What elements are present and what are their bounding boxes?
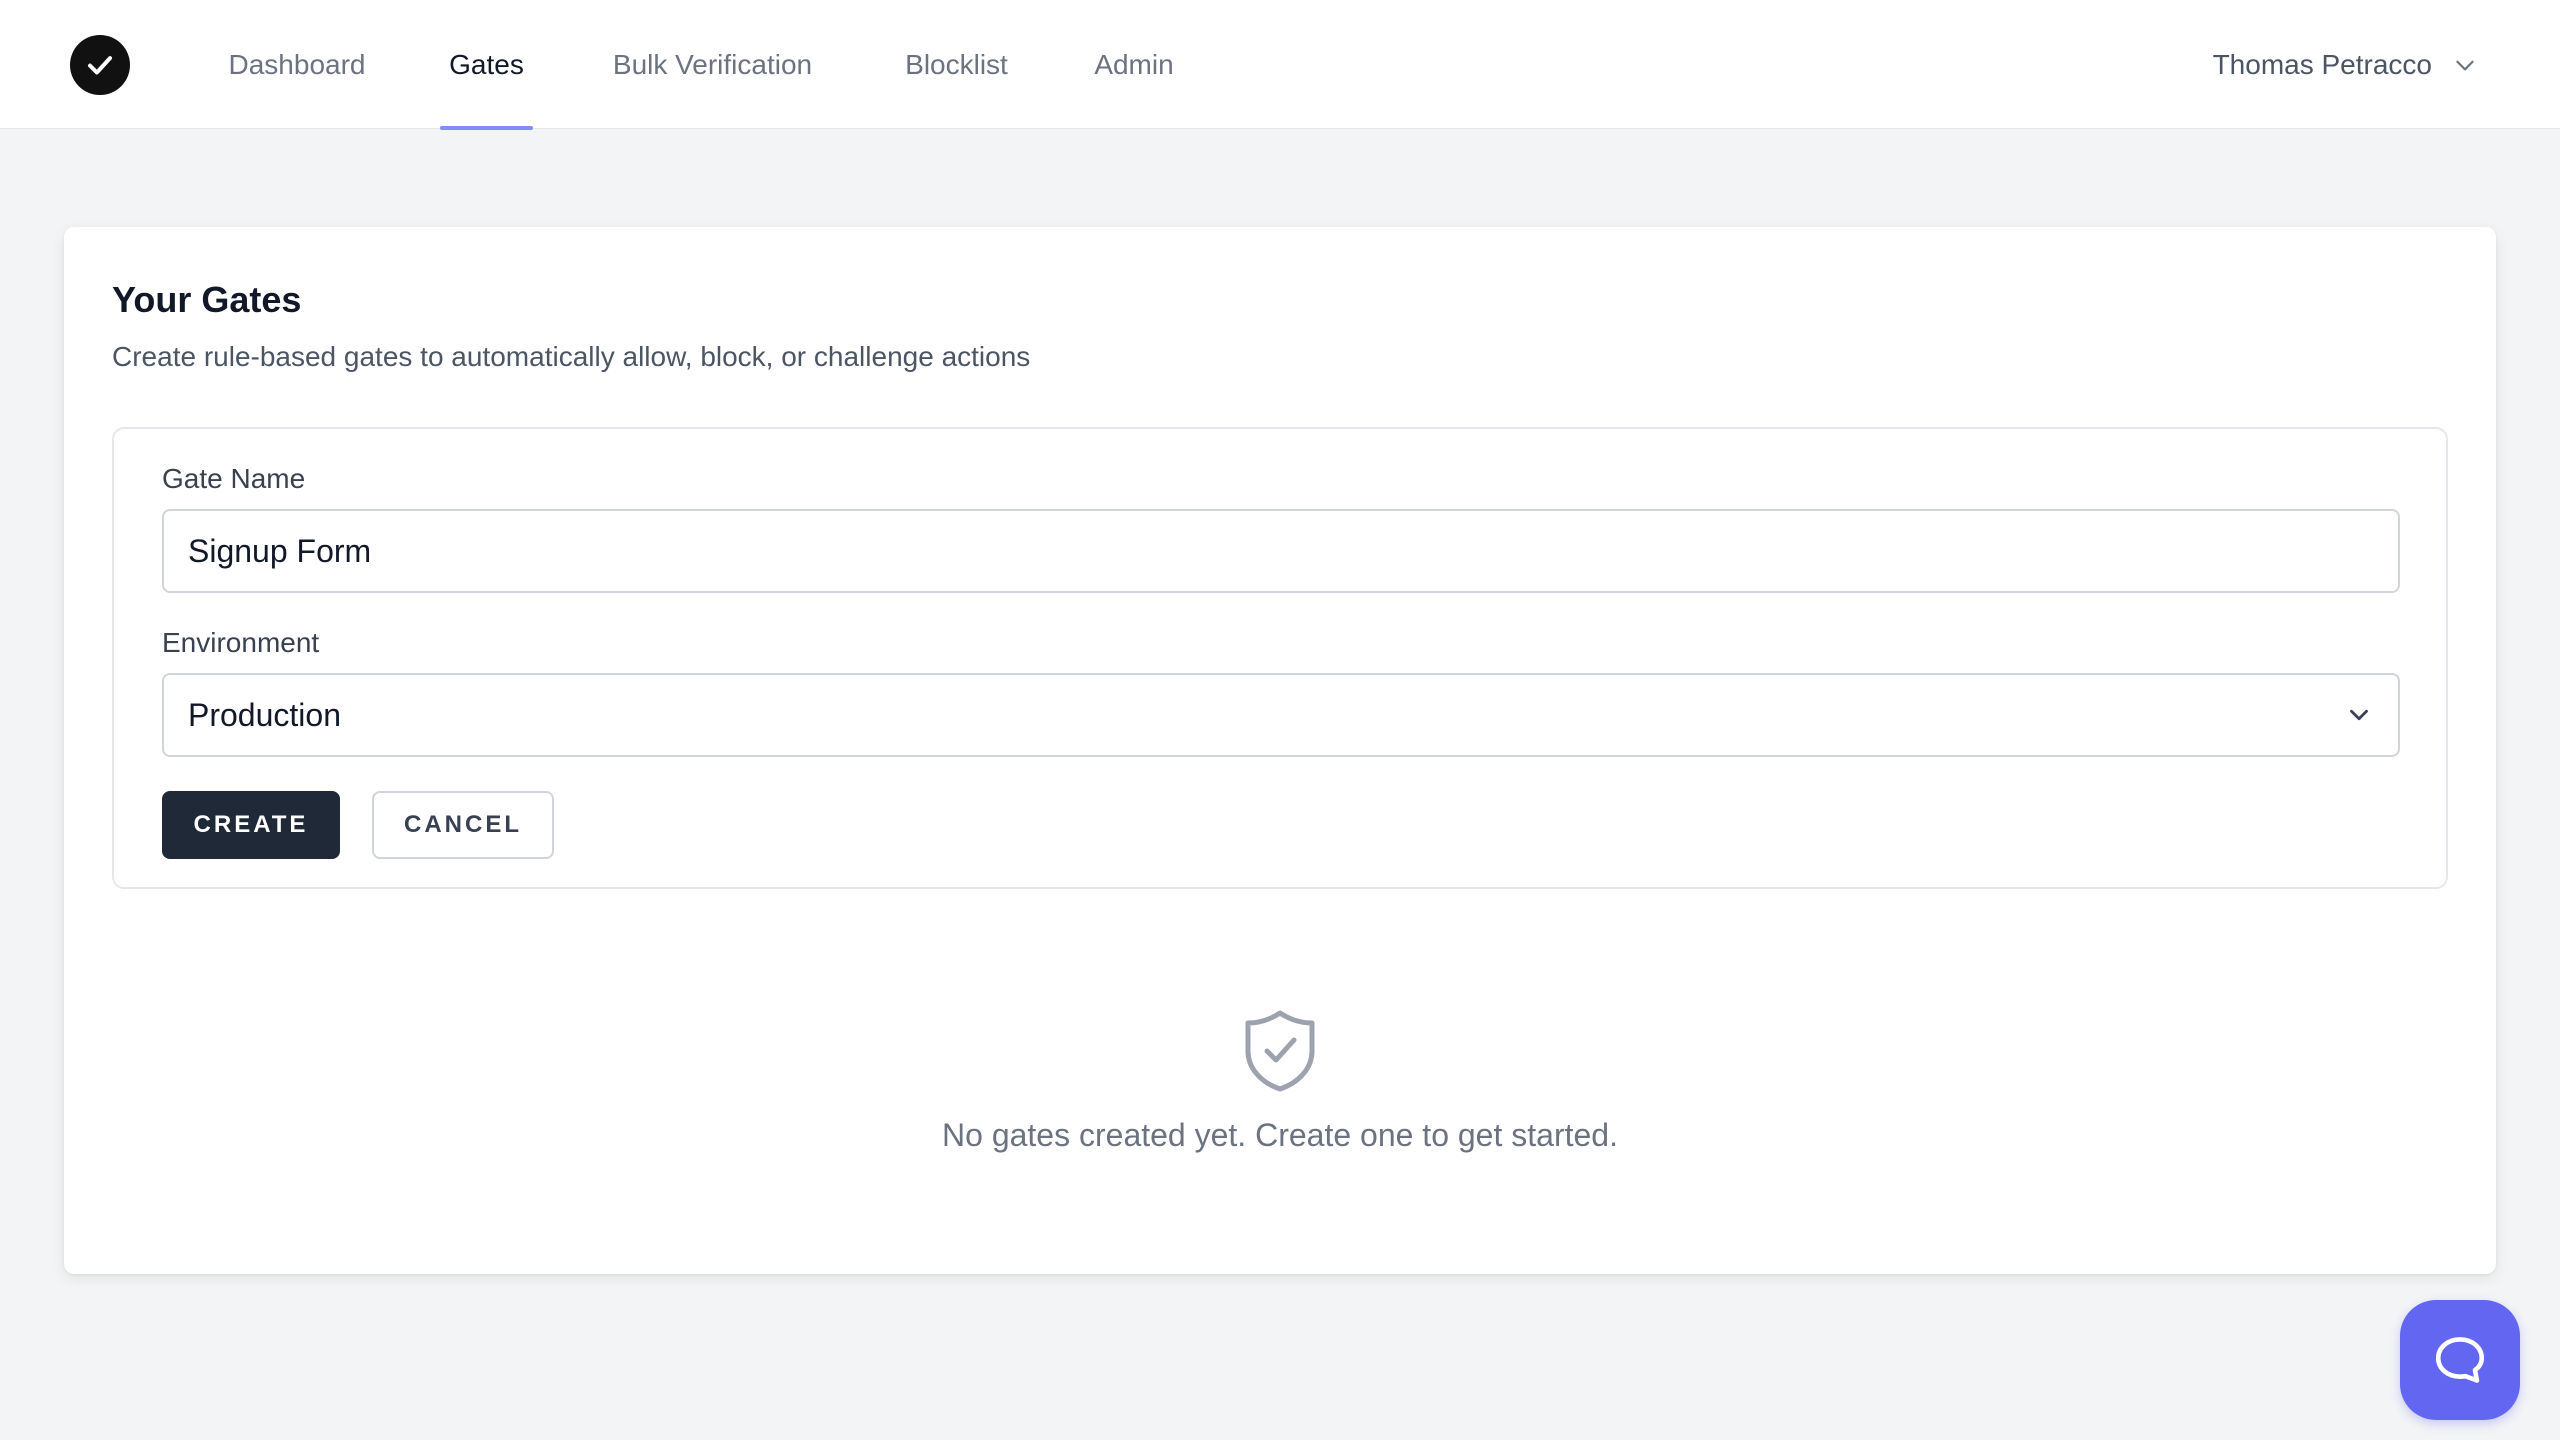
chat-bubble-icon <box>2435 1337 2485 1383</box>
gates-card: Your Gates Create rule-based gates to au… <box>64 227 2496 1274</box>
page-title: Your Gates <box>112 279 302 320</box>
nav-item-admin[interactable]: Admin <box>1092 0 1176 129</box>
chat-launcher-button[interactable] <box>2400 1300 2520 1420</box>
create-button[interactable]: CREATE <box>162 791 340 859</box>
shield-check-icon <box>1240 1007 1320 1095</box>
gate-name-input[interactable] <box>162 509 2400 593</box>
nav-item-dashboard[interactable]: Dashboard <box>224 0 370 129</box>
chevron-down-icon <box>2456 60 2474 70</box>
chevron-down-icon <box>2350 709 2368 721</box>
environment-select[interactable]: Production <box>162 673 2400 757</box>
check-icon <box>88 56 112 75</box>
empty-state-text: No gates created yet. Create one to get … <box>942 1117 1618 1153</box>
nav-item-blocklist[interactable]: Blocklist <box>900 0 1013 129</box>
environment-selected-value: Production <box>188 696 341 733</box>
environment-label: Environment <box>162 627 320 658</box>
page-subtitle: Create rule-based gates to automatically… <box>112 341 1031 372</box>
logo[interactable] <box>70 35 130 95</box>
create-gate-form: Gate Name Environment Production CREATE … <box>112 427 2448 889</box>
cancel-button[interactable]: CANCEL <box>372 791 554 859</box>
nav-item-gates[interactable]: Gates <box>440 0 533 130</box>
user-name: Thomas Petracco <box>2212 48 2432 80</box>
top-navigation: Dashboard Gates Bulk Verification Blockl… <box>0 0 2560 130</box>
user-menu[interactable]: Thomas Petracco <box>2213 0 2478 129</box>
nav-item-bulk-verification[interactable]: Bulk Verification <box>605 0 820 129</box>
gate-name-label: Gate Name <box>162 463 306 494</box>
